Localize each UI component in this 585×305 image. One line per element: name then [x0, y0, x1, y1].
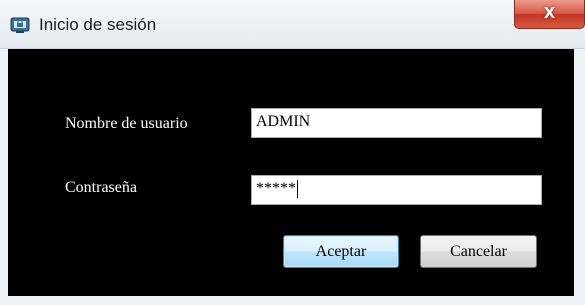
- password-label: Contraseña: [65, 179, 137, 196]
- accept-button[interactable]: Aceptar: [283, 235, 399, 268]
- close-button[interactable]: X: [514, 0, 585, 29]
- window-title: Inicio de sesión: [39, 15, 157, 34]
- password-value: *****: [256, 180, 296, 197]
- text-caret: [297, 180, 298, 199]
- login-form: Nombre de usuario ADMIN Contraseña *****…: [8, 49, 574, 296]
- username-input[interactable]: ADMIN: [251, 108, 542, 138]
- login-dialog: Inicio de sesión X Nombre de usuario ADM…: [0, 0, 585, 305]
- title-bar[interactable]: Inicio de sesión X: [0, 0, 585, 49]
- cancel-button[interactable]: Cancelar: [420, 235, 537, 268]
- password-input[interactable]: *****: [251, 175, 542, 205]
- username-label: Nombre de usuario: [65, 115, 188, 132]
- login-app-icon: [9, 14, 31, 36]
- username-value: ADMIN: [256, 113, 311, 130]
